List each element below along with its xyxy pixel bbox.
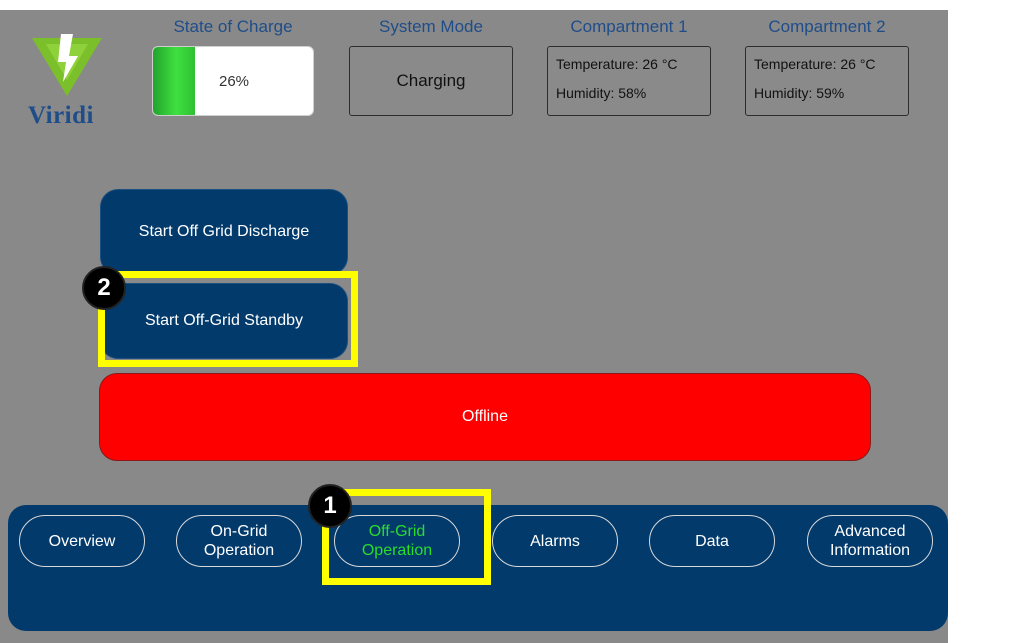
soc-indicator: 26% [152, 46, 314, 116]
nav-data[interactable]: Data [649, 515, 775, 567]
logo-text: Viridi [28, 102, 94, 129]
compartment-2-label: Compartment 2 [768, 17, 886, 36]
compartment-1-humidity: Humidity: 58% [556, 85, 647, 101]
system-mode-box: Charging [349, 46, 513, 116]
nav-overview[interactable]: Overview [19, 515, 145, 567]
compartment-1-box: Temperature: 26 °C Humidity: 58% [547, 46, 711, 116]
top-border [0, 0, 948, 10]
hmi-screen: Viridi State of Charge System Mode Compa… [0, 0, 948, 643]
step-marker-2: 2 [82, 266, 126, 310]
system-mode-label: System Mode [379, 17, 483, 36]
highlight-box-2 [98, 271, 358, 367]
soc-value: 26% [219, 73, 250, 90]
offline-status-button[interactable]: Offline [99, 373, 871, 461]
nav-advanced-information[interactable]: Advanced Information [807, 515, 933, 567]
start-off-grid-discharge-button[interactable]: Start Off Grid Discharge [100, 189, 348, 275]
compartment-2-box: Temperature: 26 °C Humidity: 59% [745, 46, 909, 116]
step-marker-1: 1 [308, 484, 352, 528]
logo-icon [32, 34, 102, 96]
soc-label: State of Charge [173, 17, 293, 36]
nav-alarms[interactable]: Alarms [492, 515, 618, 567]
nav-on-grid-operation[interactable]: On-Grid Operation [176, 515, 302, 567]
compartment-1-temperature: Temperature: 26 °C [556, 56, 678, 72]
compartment-2-humidity: Humidity: 59% [754, 85, 845, 101]
compartment-1-label: Compartment 1 [570, 17, 688, 36]
system-mode-value: Charging [396, 71, 466, 90]
soc-fill-bar [153, 47, 195, 115]
compartment-2-temperature: Temperature: 26 °C [754, 56, 876, 72]
viridi-logo: Viridi [24, 30, 120, 130]
